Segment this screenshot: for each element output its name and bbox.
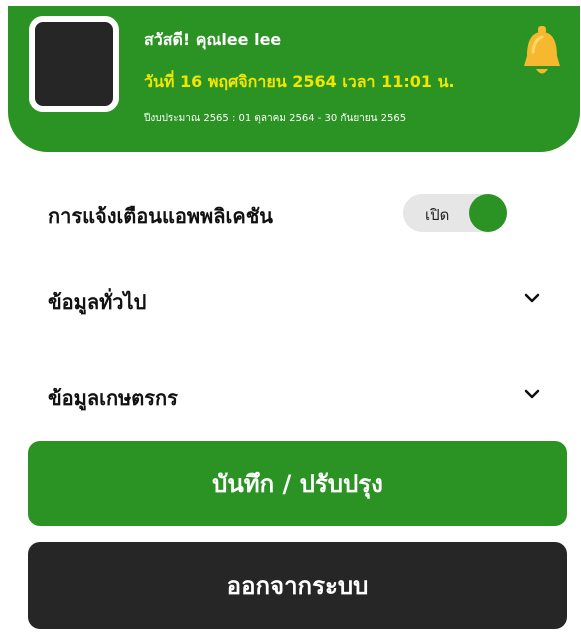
farmer-info-label: ข้อมูลเกษตรกร — [48, 386, 178, 410]
chevron-down-icon[interactable] — [522, 288, 542, 308]
general-info-label: ข้อมูลทั่วไป — [48, 290, 147, 314]
general-info-section[interactable]: ข้อมูลทั่วไป — [48, 278, 548, 318]
bell-icon[interactable] — [518, 22, 566, 82]
chevron-down-icon[interactable] — [522, 384, 542, 404]
notification-setting-label: การแจ้งเตือนแอพพลิเคชัน — [48, 204, 273, 228]
profile-settings-page: สวัสดี! คุณlee lee วันที่ 16 พฤศจิกายน 2… — [0, 0, 581, 637]
notification-toggle[interactable]: เปิด — [403, 194, 507, 232]
avatar[interactable] — [29, 16, 119, 112]
notification-setting-row: การแจ้งเตือนแอพพลิเคชัน เปิด — [48, 192, 548, 232]
greeting-text: สวัสดี! คุณlee lee — [144, 30, 282, 49]
current-datetime: วันที่ 16 พฤศจิกายน 2564 เวลา 11:01 น. — [144, 72, 455, 91]
toggle-state-text: เปิด — [425, 206, 450, 224]
save-button[interactable]: บันทึก / ปรับปรุง — [28, 441, 567, 526]
toggle-knob — [469, 194, 507, 232]
farmer-info-section[interactable]: ข้อมูลเกษตรกร — [48, 374, 548, 414]
logout-button[interactable]: ออกจากระบบ — [28, 542, 567, 629]
profile-header: สวัสดี! คุณlee lee วันที่ 16 พฤศจิกายน 2… — [8, 6, 580, 152]
fiscal-year-range: ปีงบประมาณ 2565 : 01 ตุลาคม 2564 - 30 กั… — [144, 113, 407, 124]
